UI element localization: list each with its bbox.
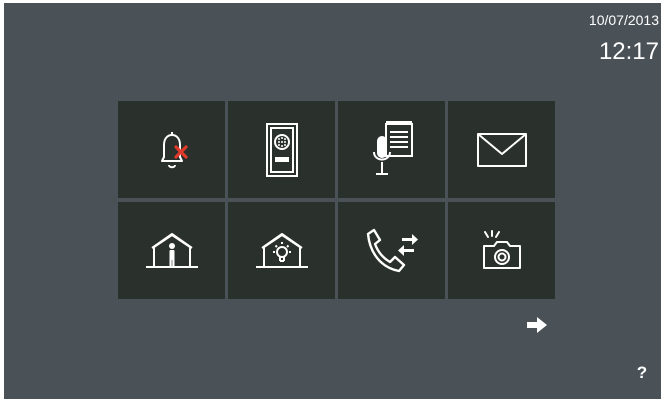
- help-button[interactable]: ?: [635, 363, 649, 383]
- arrow-right-icon: [527, 317, 547, 333]
- door-panel-icon: [265, 122, 298, 177]
- envelope-icon: [476, 132, 527, 167]
- camera-flash-icon: [482, 229, 521, 269]
- next-page-button[interactable]: [525, 315, 549, 335]
- tile-house-lights[interactable]: [228, 202, 335, 299]
- menu-grid: [118, 101, 558, 300]
- tile-voice-memo[interactable]: [338, 101, 445, 198]
- voice-memo-icon: [372, 120, 413, 175]
- clock-label: 12:17: [598, 38, 659, 65]
- date-label: 10/07/2013: [588, 12, 659, 28]
- tile-bell-muted[interactable]: [118, 101, 225, 198]
- tile-door-panel[interactable]: [228, 101, 335, 198]
- tile-call-transfer[interactable]: [338, 202, 445, 299]
- call-transfer-icon: [366, 228, 418, 272]
- house-light-icon: [255, 232, 308, 268]
- screen: 10/07/2013 12:17 ?: [4, 3, 661, 399]
- house-person-icon: [145, 232, 198, 268]
- tile-house-presence[interactable]: [118, 202, 225, 299]
- tile-messages[interactable]: [448, 101, 555, 198]
- tile-snapshot[interactable]: [448, 202, 555, 299]
- bell-muted-icon: [160, 131, 188, 168]
